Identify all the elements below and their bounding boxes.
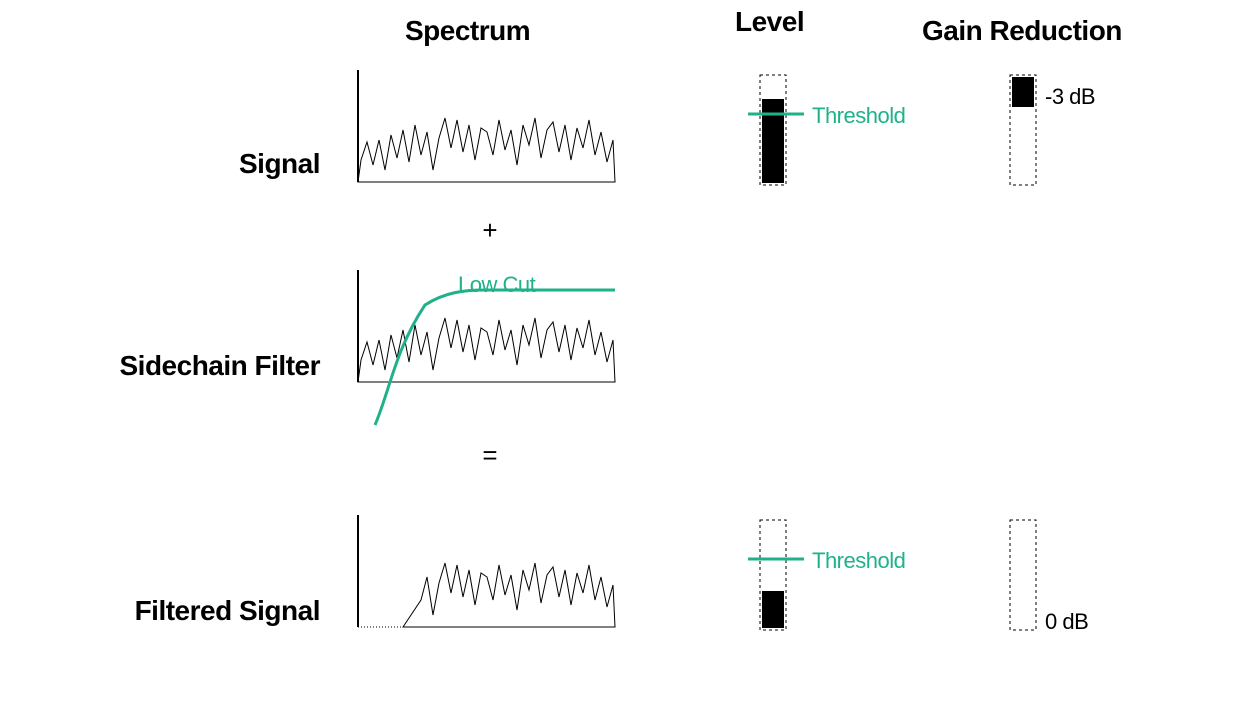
spectrum-signal xyxy=(355,70,625,190)
col-header-gain-reduction: Gain Reduction xyxy=(922,15,1122,47)
gain-reduction-label-filtered: 0 dB xyxy=(1045,609,1088,635)
col-header-level: Level xyxy=(735,6,804,38)
col-header-spectrum: Spectrum xyxy=(405,15,530,47)
threshold-label-signal: Threshold xyxy=(812,103,905,129)
row-label-signal: Signal xyxy=(0,148,320,180)
row-label-filtered: Filtered Signal xyxy=(0,595,320,627)
spectrum-filtered xyxy=(355,515,625,635)
operator-equals: = xyxy=(475,440,505,471)
row-label-sidechain: Sidechain Filter xyxy=(0,350,320,382)
threshold-label-filtered: Threshold xyxy=(812,548,905,574)
operator-plus: + xyxy=(475,215,505,246)
filter-label-lowcut: Low Cut xyxy=(458,272,535,298)
level-meter-signal xyxy=(760,75,880,195)
level-meter-filtered xyxy=(760,520,880,640)
gain-reduction-label-signal: -3 dB xyxy=(1045,84,1095,110)
